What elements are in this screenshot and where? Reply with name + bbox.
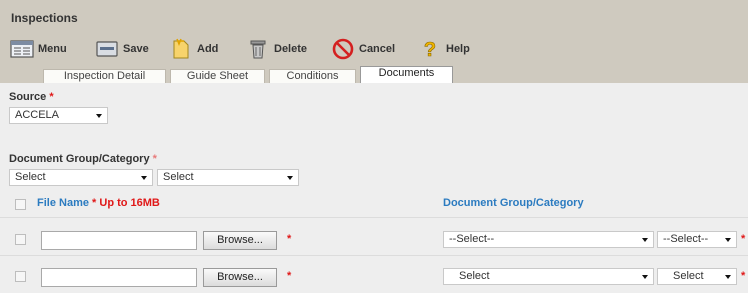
tab-inspection-detail[interactable]: Inspection Detail [43, 69, 166, 83]
inspections-panel: Inspections Menu Save Add Delete Cancel … [0, 0, 748, 293]
browse-button[interactable]: Browse... [203, 268, 277, 287]
document-group-select[interactable]: --Select-- [443, 231, 654, 248]
tab-bar: Inspection Detail Guide Sheet Conditions… [0, 64, 748, 83]
chevron-down-icon [642, 238, 648, 242]
tab-conditions[interactable]: Conditions [269, 69, 356, 83]
browse-button[interactable]: Browse... [203, 231, 277, 250]
toolbar: Menu Save Add Delete Cancel ? Help [0, 34, 748, 64]
source-select[interactable]: ACCELA [9, 107, 108, 124]
save-icon [94, 38, 120, 60]
size-limit-note: Up to 16MB [99, 197, 160, 209]
help-icon: ? [417, 38, 443, 60]
document-category-select[interactable]: --Select-- [657, 231, 737, 248]
document-category-select[interactable]: Select [657, 268, 737, 285]
svg-text:?: ? [424, 39, 436, 60]
chevron-down-icon [642, 275, 648, 279]
add-button[interactable]: Add [168, 37, 218, 61]
trash-icon [245, 38, 271, 60]
page-title: Inspections [11, 11, 78, 25]
menu-icon [9, 38, 35, 60]
divider [0, 217, 748, 218]
help-button[interactable]: ? Help [417, 37, 470, 61]
chevron-down-icon [725, 275, 731, 279]
title-bar: Inspections [0, 0, 748, 34]
select-all-checkbox[interactable] [15, 199, 26, 210]
required-marker: * [49, 91, 54, 103]
required-marker: * [92, 197, 97, 209]
chevron-down-icon [725, 238, 731, 242]
cancel-button[interactable]: Cancel [330, 37, 395, 61]
chevron-down-icon [287, 176, 293, 180]
delete-button[interactable]: Delete [245, 37, 307, 61]
chevron-down-icon [96, 114, 102, 118]
row-checkbox[interactable] [15, 234, 26, 245]
tab-guide-sheet[interactable]: Guide Sheet [170, 69, 265, 83]
divider [0, 255, 748, 256]
save-button[interactable]: Save [94, 37, 149, 61]
document-category-select[interactable]: Select [157, 169, 299, 186]
required-marker: * [152, 153, 157, 165]
required-marker: * [741, 233, 746, 245]
file-name-header: File Name * Up to 16MB [37, 197, 160, 209]
documents-content: Source * ACCELA Document Group/Category … [0, 83, 748, 293]
file-name-input[interactable] [41, 268, 197, 287]
document-group-select[interactable]: Select [9, 169, 153, 186]
document-group-category-header: Document Group/Category [443, 197, 584, 209]
document-group-select[interactable]: Select [443, 268, 654, 285]
required-marker: * [287, 233, 292, 245]
add-document-icon [168, 38, 194, 60]
chevron-down-icon [141, 176, 147, 180]
required-marker: * [287, 270, 292, 282]
document-group-label: Document Group/Category * [9, 153, 157, 165]
tab-documents[interactable]: Documents [360, 66, 453, 83]
row-checkbox[interactable] [15, 271, 26, 282]
menu-button[interactable]: Menu [9, 37, 67, 61]
source-label: Source * [9, 91, 54, 103]
cancel-icon [330, 38, 356, 60]
required-marker: * [741, 270, 746, 282]
file-name-input[interactable] [41, 231, 197, 250]
